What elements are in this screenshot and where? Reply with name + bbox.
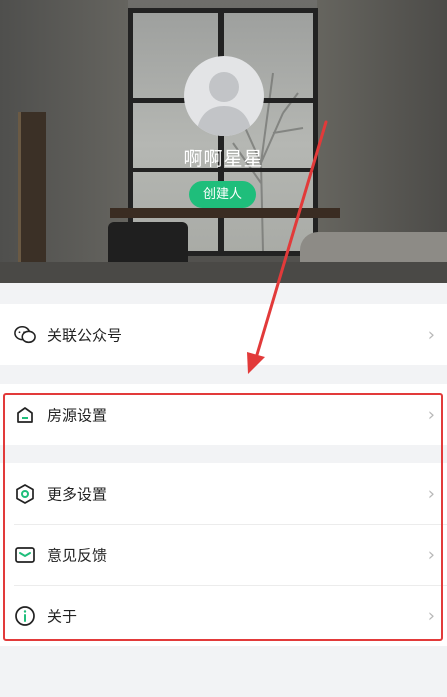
chevron-right-icon: ›	[427, 404, 435, 425]
avatar[interactable]	[184, 56, 264, 136]
chevron-right-icon: ›	[427, 544, 435, 565]
menu-item-label: 意见反馈	[47, 546, 108, 564]
menu-item-label: 关于	[47, 607, 78, 625]
menu-group-more: 更多设置 › 意见反馈 › 关于 ›	[0, 463, 447, 646]
username: 啊啊星星	[183, 148, 264, 170]
background-shelf	[18, 112, 46, 282]
background-desk	[110, 208, 340, 218]
menu-item-label: 关联公众号	[47, 326, 123, 344]
menu-group-account: 关联公众号 ›	[0, 304, 447, 365]
wechat-official-account-icon	[14, 324, 36, 346]
menu-item-about[interactable]: 关于 ›	[0, 585, 447, 646]
role-badge: 创建人	[189, 181, 256, 208]
chevron-right-icon: ›	[427, 483, 435, 504]
chevron-right-icon: ›	[427, 324, 435, 345]
profile-header-background	[0, 0, 447, 283]
menu-item-label: 房源设置	[47, 406, 108, 424]
settings-hexagon-icon	[14, 483, 36, 505]
chevron-right-icon: ›	[427, 605, 435, 626]
feedback-icon	[14, 544, 36, 566]
background-floor	[0, 262, 447, 283]
menu-item-label: 更多设置	[47, 485, 108, 503]
house-icon	[14, 404, 36, 426]
info-icon	[14, 605, 36, 627]
default-avatar-icon	[196, 72, 252, 136]
menu-item-more-settings[interactable]: 更多设置 ›	[0, 463, 447, 524]
menu-item-feedback[interactable]: 意见反馈 ›	[0, 524, 447, 585]
menu-group-house: 房源设置 ›	[0, 384, 447, 445]
menu-item-linked-official-account[interactable]: 关联公众号 ›	[0, 304, 447, 365]
menu-item-house-settings[interactable]: 房源设置 ›	[0, 384, 447, 445]
